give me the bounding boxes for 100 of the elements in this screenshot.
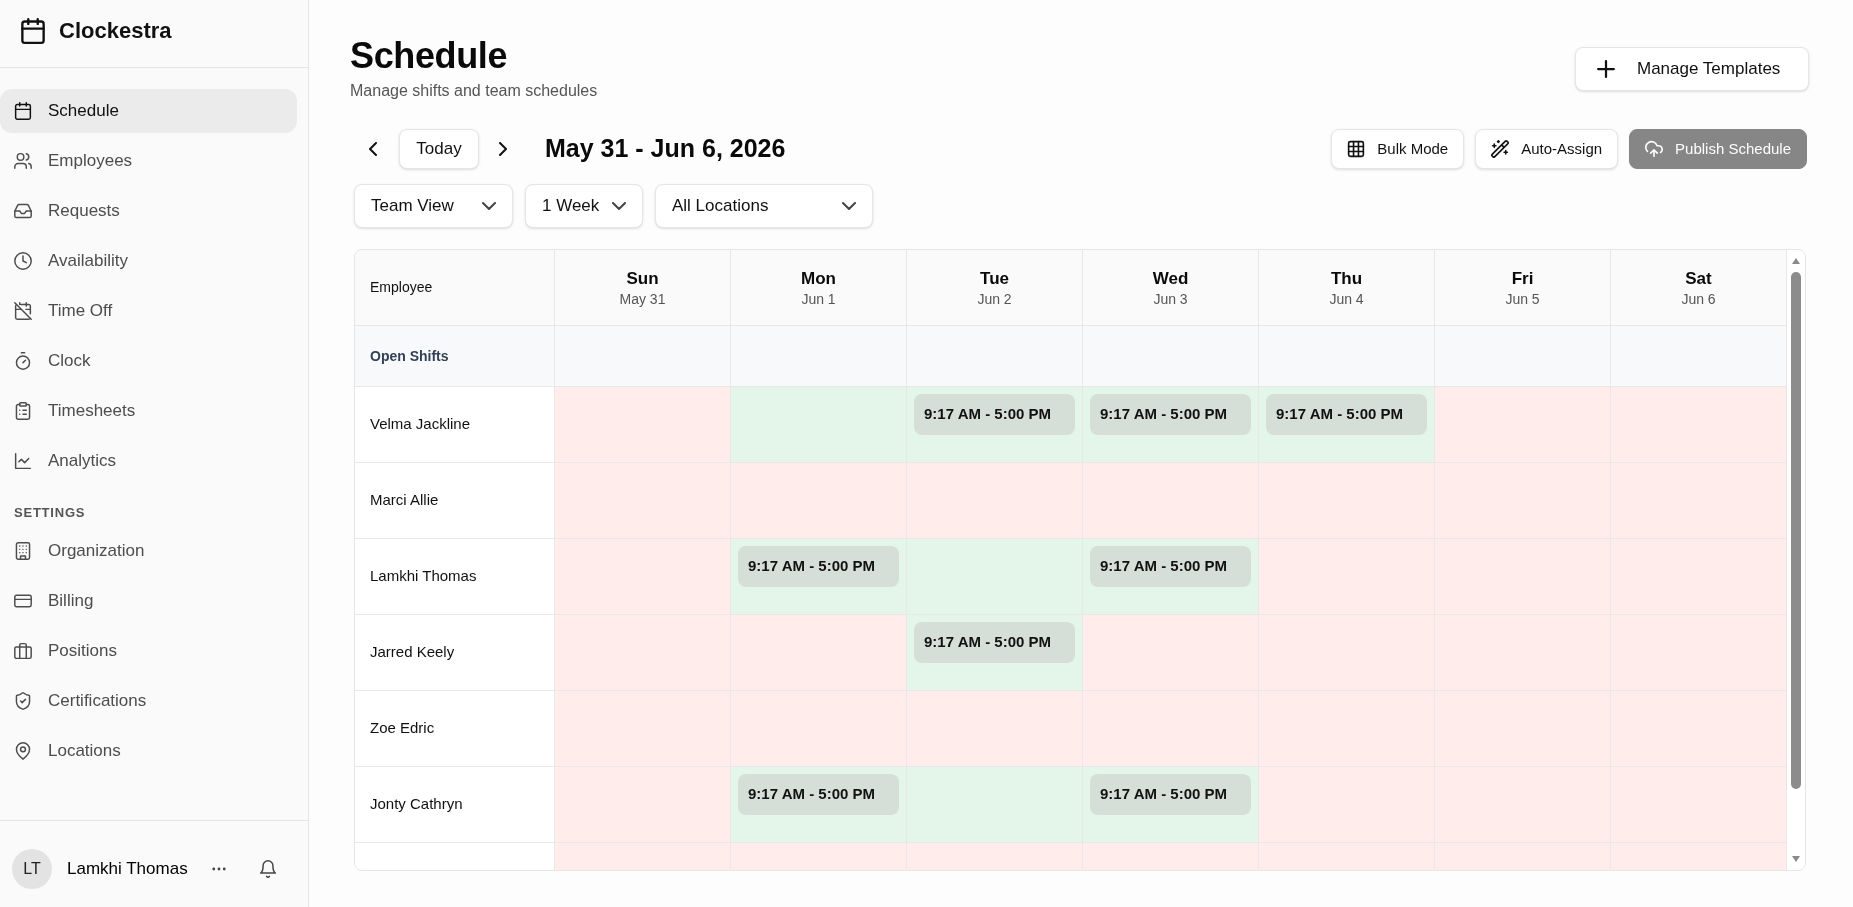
day-name: Fri: [1511, 267, 1534, 290]
chevron-right-icon: [496, 142, 510, 156]
clipboard-icon: [14, 402, 32, 420]
shift-cell[interactable]: [1259, 691, 1435, 767]
open-shift-cell[interactable]: [1259, 326, 1435, 387]
calendar-icon: [14, 102, 32, 120]
manage-templates-button[interactable]: Manage Templates: [1575, 47, 1809, 91]
shift-cell[interactable]: [731, 615, 907, 691]
shift-block[interactable]: 9:17 AM - 5:00 PM: [1266, 394, 1427, 435]
open-shift-cell[interactable]: [1435, 326, 1611, 387]
scrollbar-thumb[interactable]: [1791, 272, 1801, 789]
day-date: Jun 6: [1681, 289, 1716, 308]
shift-block[interactable]: 9:17 AM - 5:00 PM: [1090, 394, 1251, 435]
chevron-down-icon: [842, 202, 856, 210]
avatar[interactable]: LT: [12, 849, 52, 889]
shift-cell[interactable]: [907, 539, 1083, 615]
shift-block[interactable]: 9:17 AM - 5:00 PM: [738, 546, 899, 587]
shift-cell[interactable]: [555, 387, 731, 463]
shift-cell[interactable]: 9:17 AM - 5:00 PM: [907, 615, 1083, 691]
calendar-icon: [20, 17, 46, 44]
shift-cell[interactable]: [1259, 463, 1435, 539]
shift-cell[interactable]: 9:17 AM - 5:00 PM: [731, 539, 907, 615]
action-button[interactable]: Auto-Assign: [1475, 129, 1619, 169]
brand-name: Clockestra: [59, 17, 172, 45]
shift-cell[interactable]: [555, 615, 731, 691]
shift-cell[interactable]: [907, 767, 1083, 843]
nav-item[interactable]: Time Off: [0, 289, 297, 333]
day-name: Wed: [1152, 267, 1189, 290]
credit-card-icon: [14, 592, 32, 610]
today-button[interactable]: Today: [399, 129, 479, 169]
shift-cell[interactable]: [1435, 463, 1611, 539]
shift-cell[interactable]: 9:17 AM - 5:00 PM: [1083, 767, 1259, 843]
shift-cell[interactable]: [731, 691, 907, 767]
shift-cell[interactable]: 9:17 AM - 5:00 PM: [1259, 387, 1435, 463]
shift-cell[interactable]: [1259, 767, 1435, 843]
nav-item[interactable]: Certifications: [0, 679, 297, 723]
more-icon[interactable]: [211, 867, 226, 871]
shift-cell[interactable]: [907, 691, 1083, 767]
shift-cell[interactable]: 9:17 AM - 5:00 PM: [1083, 387, 1259, 463]
nav-item[interactable]: Billing: [0, 579, 297, 623]
shift-cell[interactable]: [731, 463, 907, 539]
shift-cell[interactable]: [907, 463, 1083, 539]
day-date: May 31: [619, 289, 666, 308]
shift-block[interactable]: 9:17 AM - 5:00 PM: [1090, 546, 1251, 587]
shift-cell[interactable]: [555, 539, 731, 615]
nav-item[interactable]: Schedule: [0, 89, 297, 133]
employee-name-cell: Jonty Cathryn: [355, 767, 555, 843]
shift-cell[interactable]: [1259, 615, 1435, 691]
shift-cell[interactable]: 9:17 AM - 5:00 PM: [907, 387, 1083, 463]
chevron-left-icon: [366, 142, 380, 156]
shift-cell[interactable]: 9:17 AM - 5:00 PM: [731, 767, 907, 843]
shift-cell[interactable]: [555, 691, 731, 767]
nav-item[interactable]: Analytics: [0, 439, 297, 483]
employee-name-cell: Velma Jackline: [355, 387, 555, 463]
shift-cell[interactable]: [1083, 691, 1259, 767]
scroll-down-icon[interactable]: [1792, 856, 1800, 862]
shift-cell[interactable]: [1083, 463, 1259, 539]
shift-cell[interactable]: 9:17 AM - 5:00 PM: [1083, 539, 1259, 615]
user-name: Lamkhi Thomas: [67, 858, 188, 881]
nav-item[interactable]: Clock: [0, 339, 297, 383]
nav-item[interactable]: Locations: [0, 729, 297, 773]
open-shifts-label: Open Shifts: [355, 326, 555, 387]
nav-item[interactable]: Positions: [0, 629, 297, 673]
bell-icon[interactable]: [258, 860, 277, 878]
dropdown[interactable]: All Locations: [655, 184, 873, 228]
page-title: Schedule: [350, 36, 509, 76]
stopwatch-icon: [14, 352, 32, 370]
shift-cell[interactable]: [555, 463, 731, 539]
calendar-off-icon: [14, 302, 32, 320]
employee-name-cell: Zoe Edric: [355, 691, 555, 767]
action-button[interactable]: Bulk Mode: [1331, 129, 1465, 169]
section-heading: SETTINGS: [14, 504, 86, 523]
shift-block[interactable]: 9:17 AM - 5:00 PM: [738, 774, 899, 815]
open-shift-cell[interactable]: [731, 326, 907, 387]
shift-cell[interactable]: [1435, 387, 1611, 463]
shift-block[interactable]: 9:17 AM - 5:00 PM: [914, 394, 1075, 435]
shift-cell[interactable]: [1083, 615, 1259, 691]
people-icon: [14, 152, 32, 170]
nav-item[interactable]: Availability: [0, 239, 297, 283]
scroll-up-icon[interactable]: [1792, 258, 1800, 264]
employee-name-cell: Jarred Keely: [355, 615, 555, 691]
nav-item[interactable]: Timesheets: [0, 389, 297, 433]
shift-cell[interactable]: [731, 387, 907, 463]
shift-cell[interactable]: [555, 767, 731, 843]
nav-item[interactable]: Requests: [0, 189, 297, 233]
dropdown[interactable]: 1 Week: [525, 184, 643, 228]
shield-check-icon: [14, 692, 32, 710]
day-name: Thu: [1330, 267, 1363, 290]
employee-name-cell: Lamkhi Thomas: [355, 539, 555, 615]
day-name: Tue: [980, 267, 1009, 290]
open-shift-cell[interactable]: [555, 326, 731, 387]
shift-cell[interactable]: [1259, 539, 1435, 615]
shift-block[interactable]: 9:17 AM - 5:00 PM: [914, 622, 1075, 663]
nav-item[interactable]: Employees: [0, 139, 297, 183]
nav-item[interactable]: Organization: [0, 529, 297, 573]
day-name: Mon: [801, 267, 836, 290]
dropdown[interactable]: Team View: [354, 184, 513, 228]
chevron-down-icon: [482, 202, 496, 210]
shift-block[interactable]: 9:17 AM - 5:00 PM: [1090, 774, 1251, 815]
cloud-upload-icon: [1645, 140, 1664, 158]
